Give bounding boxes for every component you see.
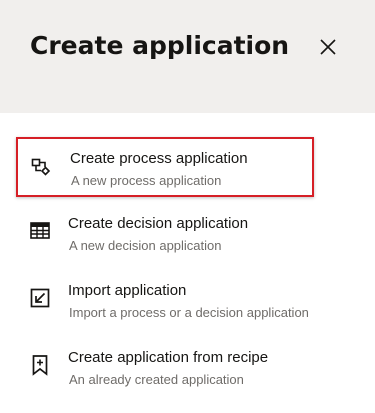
menu-item-create-decision-application[interactable]: Create decision application A new decisi… xyxy=(16,204,314,264)
process-flow-icon xyxy=(31,158,51,176)
menu-item-description: A new process application xyxy=(71,173,222,188)
menu-item-import-application[interactable]: Import application Import a process or a… xyxy=(16,271,314,331)
menu-item-label: Create process application xyxy=(70,150,248,167)
panel-header: Create application xyxy=(0,0,375,113)
menu-item-label: Create application from recipe xyxy=(68,349,269,366)
menu-item-create-process-application[interactable]: Create process application A new process… xyxy=(16,137,314,197)
import-icon xyxy=(30,288,50,308)
bookmark-add-icon xyxy=(32,355,48,376)
menu-item-label: Create decision application xyxy=(68,215,249,232)
panel-title: Create application xyxy=(30,31,290,60)
table-icon xyxy=(30,222,50,239)
menu-item-create-application-from-recipe[interactable]: Create application from recipe An alread… xyxy=(16,338,314,398)
menu-item-description: An already created application xyxy=(69,372,244,387)
menu-item-description: A new decision application xyxy=(69,238,222,253)
menu-item-description: Import a process or a decision applicati… xyxy=(69,305,309,320)
close-icon xyxy=(320,39,336,55)
close-button[interactable] xyxy=(314,33,342,61)
menu-item-label: Import application xyxy=(68,282,187,299)
create-application-panel: Create application Create process applic… xyxy=(0,0,375,413)
